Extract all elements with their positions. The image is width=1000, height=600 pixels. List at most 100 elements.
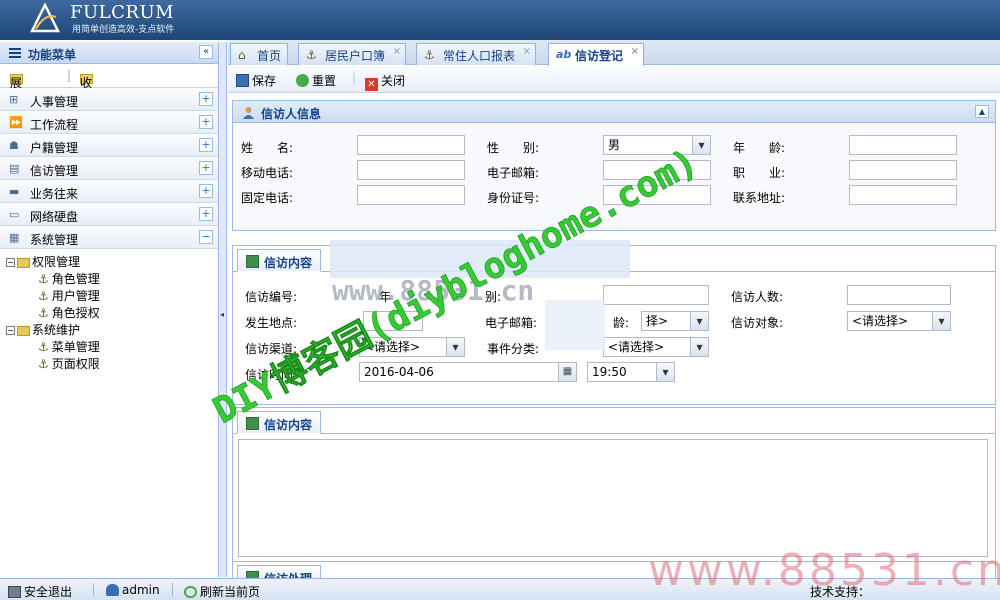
partial-age-select[interactable]: 择> [641,311,709,331]
tree-leaf-label: 菜单管理 [51,340,100,354]
close-button[interactable]: ✕ 关闭 [365,72,405,91]
tree-leaf[interactable]: ⚓ 页面权限 [38,355,100,372]
sidebar-section-label: 户籍管理 [30,141,79,155]
person-icon [243,107,254,119]
section-toggle-icon[interactable]: + [199,207,213,221]
petitioner-count-input[interactable] [847,285,951,305]
petition-date-input[interactable]: 2016-04-06 [359,362,577,382]
collapse-sidebar-button[interactable]: « [199,45,213,59]
save-icon [236,74,249,87]
blurred-region [545,300,605,350]
id-label: 身份证号: [487,191,540,205]
section-toggle-icon[interactable]: + [199,138,213,152]
tree-leaf-label: 用户管理 [51,289,100,303]
place-label: 发生地点: [245,316,298,330]
petitioner-panel-title: 信访人信息 [261,107,322,121]
tab-2[interactable]: ⚓ 常住人口报表 × [416,43,537,65]
address-input[interactable] [849,185,957,205]
petition-time-label: 信访时间: [245,368,298,382]
folder-icon [17,325,30,336]
anchor-icon: ⚓ [38,306,49,320]
logout-button[interactable]: 安全退出 [8,583,72,600]
tab-0[interactable]: ⌂ 首页 [230,43,289,65]
sidebar-header: 功能菜单 « [0,42,218,64]
sidebar-section-label: 人事管理 [30,95,79,109]
tree-node[interactable]: − 权限管理 [6,253,80,270]
tab-close-icon[interactable]: × [393,46,401,57]
tree-leaf[interactable]: ⚓ 菜单管理 [38,338,100,355]
sidebar-section[interactable]: ⊞ 人事管理 + [0,88,218,111]
place-input[interactable] [363,311,423,331]
logout-icon [8,586,21,598]
target-select[interactable]: <请选择> [847,311,951,331]
folder-icon [17,257,30,268]
tab-3[interactable]: ab 信访登记 × [548,43,645,66]
section-toggle-icon[interactable]: + [199,161,213,175]
form-icon [246,255,259,268]
status-bar: 安全退出 admin 刷新当前页 技术支持： [0,578,1000,600]
job-input[interactable] [849,160,957,180]
section-toggle-icon[interactable]: + [199,92,213,106]
phone-input[interactable] [357,185,465,205]
id-input[interactable] [603,185,711,205]
tree-collapse-icon[interactable]: − [6,258,15,267]
user-indicator: admin [106,583,160,597]
petition-content-textarea[interactable] [238,439,988,557]
content-tab-label: 信访内容 [264,418,313,432]
age-input[interactable] [849,135,957,155]
email-input[interactable] [603,160,711,180]
category-select[interactable]: <请选择> [603,337,709,357]
section-toggle-icon[interactable]: − [199,230,213,244]
tree-leaf-label: 页面权限 [51,357,100,371]
sidebar-section[interactable]: ☗ 户籍管理 + [0,134,218,157]
sidebar-section[interactable]: ▦ 系统管理 − [0,226,218,249]
section-toggle-icon[interactable]: + [199,115,213,129]
partial-age-label: 年 [379,290,392,304]
partial-age-label-2: 龄: [613,316,630,330]
petitioner-panel: 信访人信息 ▲ 姓 名: 性 别: 男 年 龄: 移动电话: 电子邮箱: 职 业… [232,100,996,231]
toolbar-divider: | [352,70,357,84]
system-icon: ▦ [9,231,20,244]
content-tab[interactable]: 信访内容 [237,411,322,434]
name-input[interactable] [357,135,465,155]
tab-close-icon[interactable]: × [523,46,531,57]
sidebar-section-label: 信访管理 [30,164,79,178]
tree-node[interactable]: − 系统维护 [6,321,80,338]
tab-1[interactable]: ⚓ 居民户口簿 × [298,43,407,65]
section-toggle-icon[interactable]: + [199,184,213,198]
sidebar-splitter[interactable]: ◂ [219,42,227,577]
sidebar-section[interactable]: ▭ 网络硬盘 + [0,203,218,226]
age-label: 年 龄: [733,141,786,155]
tree-collapse-icon[interactable]: − [6,326,15,335]
petition-time-select[interactable]: 19:50 [587,362,675,382]
panel-collapse-icon[interactable]: ▲ [975,105,989,118]
address-label: 联系地址: [733,191,786,205]
fulcrum-logo-icon [30,3,60,33]
job-label: 职 业: [733,166,786,180]
close-icon: ✕ [365,78,378,91]
mobile-input[interactable] [357,160,465,180]
sidebar-section-label: 业务往来 [30,187,79,201]
channel-select[interactable]: <请选择> [359,337,465,357]
sidebar-sections: ⊞ 人事管理 + ⏩ 工作流程 + ☗ 户籍管理 + ▤ 信访管理 + ▬ 业务往来 + ▭ 网络硬盘 + ▦ 系统管… [0,88,218,249]
tree-leaf[interactable]: ⚓ 角色管理 [38,270,100,287]
reset-button[interactable]: 重置 [296,72,336,89]
refresh-icon [184,586,197,598]
tab-close-icon[interactable]: × [631,46,639,57]
status-divider [93,583,94,597]
sidebar-section[interactable]: ▤ 信访管理 + [0,157,218,180]
petitioner-count-label: 信访人数: [731,290,784,304]
save-button[interactable]: 保存 [236,72,276,89]
partial-gender-input[interactable] [603,285,709,305]
sidebar-section[interactable]: ▬ 业务往来 + [0,180,218,203]
tree-leaf[interactable]: ⚓ 角色授权 [38,304,100,321]
gender-label: 性 别: [487,141,540,155]
gender-select[interactable]: 男 [603,135,711,155]
petition-content-tab[interactable]: 信访内容 [237,249,322,272]
sidebar-section-label: 网络硬盘 [30,210,79,224]
tree-leaf[interactable]: ⚓ 用户管理 [38,287,100,304]
refresh-button[interactable]: 刷新当前页 [184,583,260,600]
tab-label: 常住人口报表 [443,49,516,63]
partial-email-label: 电子邮箱: [485,316,538,330]
sidebar-section[interactable]: ⏩ 工作流程 + [0,111,218,134]
